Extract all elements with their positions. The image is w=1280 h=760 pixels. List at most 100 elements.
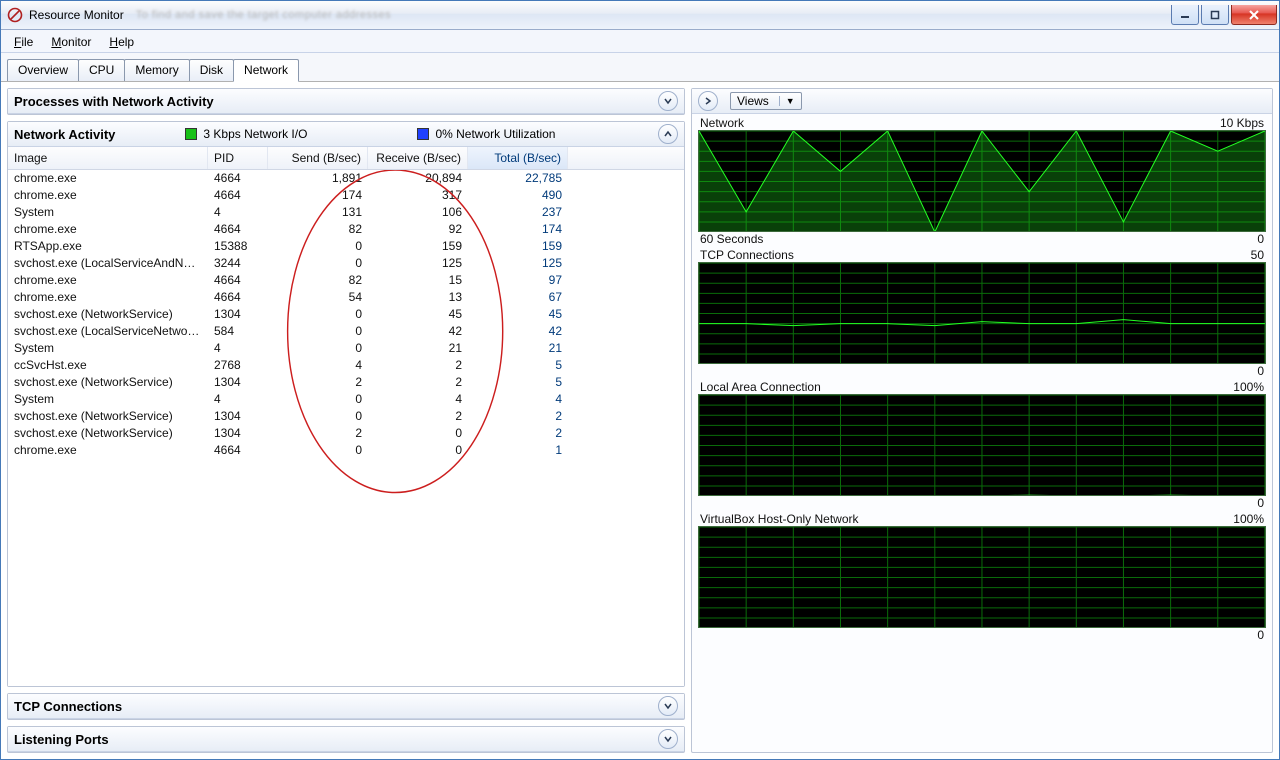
panel-processes-title: Processes with Network Activity (14, 94, 214, 109)
tab-disk[interactable]: Disk (189, 59, 234, 81)
chart-title: TCP Connections (700, 248, 794, 262)
tab-memory[interactable]: Memory (124, 59, 189, 81)
table-row[interactable]: svchost.exe (NetworkService)130404545 (8, 306, 684, 323)
cell-recv: 0 (368, 425, 468, 442)
panel-activity-header[interactable]: Network Activity 3 Kbps Network I/O 0% N… (8, 122, 684, 147)
cell-send: 0 (268, 323, 368, 340)
blue-swatch-icon (417, 128, 429, 140)
cell-pid: 15388 (208, 238, 268, 255)
table-row[interactable]: svchost.exe (NetworkService)1304202 (8, 425, 684, 442)
cell-image: System (8, 391, 208, 408)
panel-processes-header[interactable]: Processes with Network Activity (8, 89, 684, 114)
chart-scale: 100% (1233, 512, 1264, 526)
menu-help[interactable]: Help (102, 33, 141, 51)
panel-tcp-header[interactable]: TCP Connections (8, 694, 684, 719)
chart-scale: 100% (1233, 380, 1264, 394)
table-row[interactable]: System402121 (8, 340, 684, 357)
table-body[interactable]: chrome.exe46641,89120,89422,785chrome.ex… (8, 170, 684, 686)
legend-util-label: 0% Network Utilization (435, 127, 555, 141)
cell-send: 0 (268, 238, 368, 255)
cell-image: svchost.exe (NetworkService) (8, 425, 208, 442)
cell-send: 82 (268, 272, 368, 289)
cell-recv: 317 (368, 187, 468, 204)
collapse-icon[interactable] (658, 124, 678, 144)
cell-send: 0 (268, 408, 368, 425)
table-row[interactable]: chrome.exe4664541367 (8, 289, 684, 306)
close-button[interactable] (1231, 5, 1277, 25)
cell-image: ccSvcHst.exe (8, 357, 208, 374)
table-row[interactable]: svchost.exe (NetworkService)1304225 (8, 374, 684, 391)
tab-strip: Overview CPU Memory Disk Network (1, 53, 1279, 82)
cell-image: svchost.exe (NetworkService) (8, 408, 208, 425)
table-row[interactable]: chrome.exe4664001 (8, 442, 684, 459)
table-row[interactable]: RTSApp.exe153880159159 (8, 238, 684, 255)
blurred-text: To find and save the target computer add… (136, 9, 391, 21)
cell-send: 54 (268, 289, 368, 306)
cell-pid: 4664 (208, 272, 268, 289)
panel-listening-header[interactable]: Listening Ports (8, 727, 684, 752)
col-recv[interactable]: Receive (B/sec) (368, 147, 468, 169)
table-row[interactable]: svchost.exe (LocalServiceNetworkR...5840… (8, 323, 684, 340)
table-row[interactable]: svchost.exe (NetworkService)1304022 (8, 408, 684, 425)
expand-icon[interactable] (658, 696, 678, 716)
col-pid[interactable]: PID (208, 147, 268, 169)
cell-pid: 1304 (208, 374, 268, 391)
table-row[interactable]: chrome.exe4664821597 (8, 272, 684, 289)
cell-total: 125 (468, 255, 568, 272)
cell-pid: 584 (208, 323, 268, 340)
chart-zero: 0 (1257, 628, 1264, 642)
panel-tcp: TCP Connections (7, 693, 685, 720)
cell-total: 21 (468, 340, 568, 357)
table-header: Image PID Send (B/sec) Receive (B/sec) T… (8, 147, 684, 170)
cell-send: 82 (268, 221, 368, 238)
window-controls (1169, 5, 1277, 25)
collapse-charts-icon[interactable] (698, 91, 718, 111)
table-row[interactable]: System4131106237 (8, 204, 684, 221)
window-title: Resource Monitor (29, 8, 136, 22)
minimize-button[interactable] (1171, 5, 1199, 25)
table-row[interactable]: chrome.exe4664174317490 (8, 187, 684, 204)
cell-send: 0 (268, 442, 368, 459)
menu-monitor[interactable]: Monitor (44, 33, 98, 51)
cell-send: 0 (268, 306, 368, 323)
panel-listening: Listening Ports (7, 726, 685, 753)
tab-cpu[interactable]: CPU (78, 59, 125, 81)
table-row[interactable]: chrome.exe46648292174 (8, 221, 684, 238)
window: Resource Monitor To find and save the ta… (0, 0, 1280, 760)
cell-recv: 45 (368, 306, 468, 323)
cell-pid: 3244 (208, 255, 268, 272)
chart-zero: 0 (1257, 364, 1264, 378)
cell-total: 67 (468, 289, 568, 306)
table-row[interactable]: System4044 (8, 391, 684, 408)
col-send[interactable]: Send (B/sec) (268, 147, 368, 169)
table-row[interactable]: svchost.exe (LocalServiceAndNoImp...3244… (8, 255, 684, 272)
tab-network[interactable]: Network (233, 59, 299, 82)
legend-io: 3 Kbps Network I/O (185, 127, 307, 141)
legend-io-label: 3 Kbps Network I/O (203, 127, 307, 141)
titlebar: Resource Monitor To find and save the ta… (1, 1, 1279, 30)
col-image[interactable]: Image (8, 147, 208, 169)
cell-pid: 4 (208, 204, 268, 221)
expand-icon[interactable] (658, 729, 678, 749)
cell-pid: 4664 (208, 442, 268, 459)
col-total[interactable]: Total (B/sec) (468, 147, 568, 169)
table-row[interactable]: chrome.exe46641,89120,89422,785 (8, 170, 684, 187)
expand-icon[interactable] (658, 91, 678, 111)
chart-1: TCP Connections500 (698, 248, 1266, 378)
chart-title: Local Area Connection (700, 380, 821, 394)
chart-canvas (698, 526, 1266, 628)
cell-pid: 1304 (208, 425, 268, 442)
cell-total: 5 (468, 374, 568, 391)
menu-file[interactable]: File (7, 33, 40, 51)
views-button[interactable]: Views ▼ (730, 92, 802, 110)
cell-recv: 21 (368, 340, 468, 357)
panel-processes: Processes with Network Activity (7, 88, 685, 115)
maximize-button[interactable] (1201, 5, 1229, 25)
table-row[interactable]: ccSvcHst.exe2768425 (8, 357, 684, 374)
cell-recv: 2 (368, 357, 468, 374)
cell-send: 4 (268, 357, 368, 374)
cell-total: 2 (468, 408, 568, 425)
cell-total: 22,785 (468, 170, 568, 187)
app-icon (7, 7, 23, 23)
tab-overview[interactable]: Overview (7, 59, 79, 81)
